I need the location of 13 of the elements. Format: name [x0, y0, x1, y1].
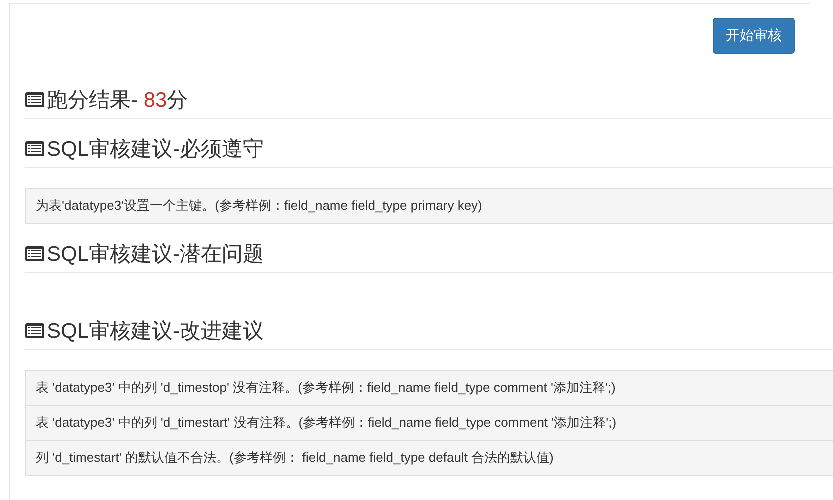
list-icon — [25, 92, 45, 108]
advice-item: 为表'datatype3'设置一个主键。(参考样例：field_name field_type primary key) — [26, 189, 833, 223]
list-icon — [25, 246, 45, 262]
advice-item: 表 'datatype3' 中的列 'd_timestop' 没有注释。(参考样例：field_name field_type comment '添加注释';) — [26, 371, 833, 405]
advice-item: 列 'd_timestart' 的默认值不合法。(参考样例： field_name field_type default 合法的默认值) — [26, 440, 833, 475]
section-heading: SQL审核建议-必须遵守 — [47, 137, 264, 163]
advice-item: 表 'datatype3' 中的列 'd_timestart' 没有注释。(参考样例：field_name field_type comment '添加注释';) — [26, 405, 833, 440]
score-heading: 跑分结果- 83分 — [47, 88, 188, 114]
section-heading: SQL审核建议-改进建议 — [47, 319, 264, 345]
list-icon — [25, 141, 45, 157]
list-icon — [25, 323, 45, 339]
section-heading: SQL审核建议-潜在问题 — [47, 242, 264, 268]
start-review-button[interactable]: 开始审核 — [713, 18, 795, 54]
